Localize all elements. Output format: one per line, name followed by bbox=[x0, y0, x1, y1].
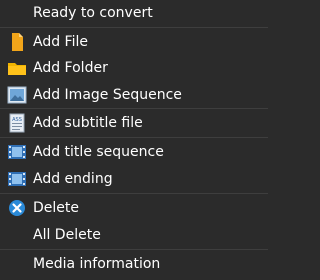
menu-item-add-title-sequence[interactable]: Add title sequence bbox=[0, 139, 268, 165]
menu-item-add-folder[interactable]: Add Folder bbox=[0, 55, 268, 81]
delete-icon bbox=[7, 198, 27, 218]
film-strip-icon bbox=[7, 142, 27, 162]
menu-item-label: Add Folder bbox=[33, 60, 108, 76]
menu-item-label: Add Image Sequence bbox=[33, 87, 182, 103]
menu-item-label: Add title sequence bbox=[33, 144, 164, 160]
menu-item-label: Add File bbox=[33, 34, 88, 50]
file-icon bbox=[7, 32, 27, 52]
menu-separator bbox=[0, 249, 268, 250]
menu-item-add-subtitle-file[interactable]: ASS Add subtitle file bbox=[0, 110, 268, 136]
menu-separator bbox=[0, 108, 268, 109]
menu-item-label: Delete bbox=[33, 200, 79, 216]
menu-separator bbox=[0, 193, 268, 194]
menu-item-all-delete[interactable]: All Delete bbox=[0, 222, 268, 248]
menu-separator bbox=[0, 137, 268, 138]
menu-item-label: Add ending bbox=[33, 171, 113, 187]
image-sequence-icon bbox=[7, 85, 27, 105]
menu-separator bbox=[0, 27, 268, 28]
folder-icon bbox=[7, 58, 27, 78]
menu-item-media-information[interactable]: Media information bbox=[0, 251, 268, 277]
menu-item-delete[interactable]: Delete bbox=[0, 195, 268, 221]
svg-text:ASS: ASS bbox=[12, 117, 22, 123]
menu-item-label: Add subtitle file bbox=[33, 115, 143, 131]
subtitle-file-icon: ASS bbox=[7, 113, 27, 133]
menu-item-label: All Delete bbox=[33, 227, 101, 243]
menu-header: Ready to convert bbox=[0, 0, 268, 26]
menu-item-add-file[interactable]: Add File bbox=[0, 29, 268, 55]
context-menu: Ready to convert Add File Add Folder Add… bbox=[0, 0, 268, 280]
menu-item-label: Media information bbox=[33, 256, 161, 272]
film-strip-icon bbox=[7, 169, 27, 189]
menu-item-add-ending[interactable]: Add ending bbox=[0, 166, 268, 192]
menu-header-label: Ready to convert bbox=[33, 5, 153, 21]
menu-item-add-image-sequence[interactable]: Add Image Sequence bbox=[0, 82, 268, 108]
